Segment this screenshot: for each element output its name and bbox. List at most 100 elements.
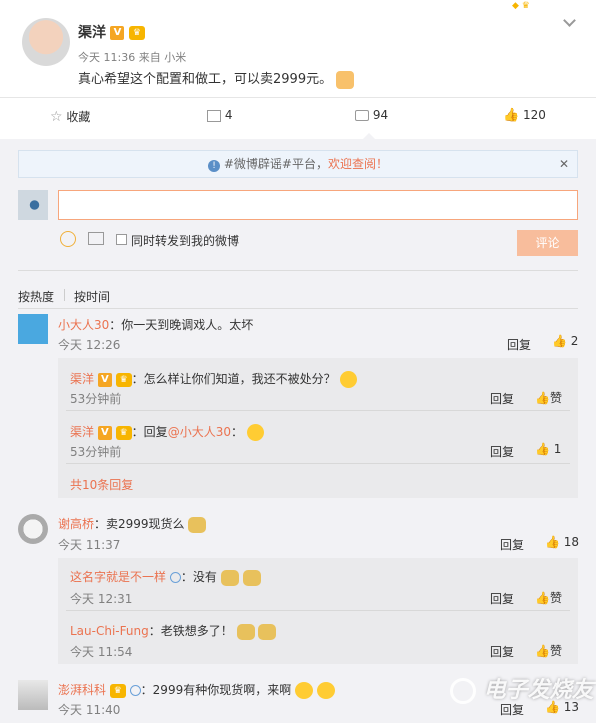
reply-text: ：老铁想多了！ — [148, 624, 233, 638]
verified-badge-icon: V — [97, 425, 112, 440]
comment-text: ：2999有种你现货啊，来啊 — [140, 683, 292, 697]
reply-like-button[interactable]: 👍赞 — [535, 589, 562, 606]
comment-author[interactable]: 小大人30 — [58, 318, 109, 332]
crown-decoration-icon: ◆ ♛ — [512, 1, 530, 11]
repost-count: 4 — [224, 108, 233, 122]
reply-reply-button[interactable]: 回复 — [490, 590, 514, 607]
verified-badge-icon: V — [97, 372, 112, 387]
reply-author[interactable]: 渠洋 — [70, 372, 94, 386]
comment-time: 今天 11:40 — [58, 703, 121, 717]
comment-text-row: 澎湃科科 ♛ ：2999有种你现货啊，来啊 — [58, 681, 335, 699]
site-watermark: 电子发烧友 — [450, 672, 594, 712]
comment-time: 今天 11:37 — [58, 538, 121, 552]
reply-author[interactable]: Lau-Chi-Fung — [70, 624, 149, 638]
more-replies-link[interactable]: 共10条回复 — [70, 476, 133, 493]
comment-avatar[interactable] — [18, 680, 48, 710]
post-author[interactable]: 渠洋 — [78, 25, 106, 41]
comment-reply-button[interactable]: 回复 — [507, 336, 531, 353]
thumbs-up-icon: 👍 — [552, 334, 567, 348]
favorite-button[interactable]: ☆ 收藏 — [50, 108, 90, 125]
reply-time: 今天 12:31 — [70, 592, 133, 606]
vip-crown-icon: ♛ — [115, 425, 132, 440]
thumbs-up-icon: 👍 — [535, 442, 550, 456]
comment-text-row: 小大人30：你一天到晚调戏人。太坏 — [58, 316, 253, 333]
vip-crown-icon: ♛ — [115, 372, 132, 387]
thumbs-up-icon: 👍 — [545, 535, 560, 549]
vip-crown-icon: ♛ — [128, 26, 145, 40]
reply-like-button[interactable]: 👍赞 — [535, 642, 562, 659]
comment-input[interactable] — [58, 190, 578, 220]
reply-like-label: 赞 — [549, 591, 562, 605]
post-avatar[interactable] — [22, 18, 70, 66]
reply-text: ：没有 — [180, 570, 217, 584]
comment-avatar[interactable] — [18, 514, 48, 544]
comment-author[interactable]: 澎湃科科 — [58, 683, 106, 697]
hug-emoji-icon — [295, 682, 314, 699]
reply-text: ： — [230, 425, 243, 439]
reply-reply-button[interactable]: 回复 — [490, 443, 514, 460]
thumbs-up-icon: 👍 — [503, 108, 520, 123]
notice-bar: ! #微博辟谣#平台，欢迎查阅！ ✕ — [18, 150, 578, 178]
doge-emoji-icon — [236, 623, 255, 640]
like-button[interactable]: 👍 120 — [503, 108, 546, 123]
reply-time: 53分钟前 — [70, 392, 122, 406]
repost-button[interactable]: 4 — [207, 108, 232, 122]
post-text: 真心希望这个配置和做工，可以卖2999元。 — [78, 72, 333, 87]
comment-avatar[interactable] — [18, 314, 48, 344]
notice-link[interactable]: 欢迎查阅！ — [328, 157, 388, 171]
repost-checkbox-label[interactable]: 同时转发到我的微博 — [131, 232, 239, 249]
reply-text-row: 这名字就是不一样 ：没有 — [70, 568, 261, 586]
reply-time: 53分钟前 — [70, 445, 122, 459]
image-upload-icon[interactable] — [88, 232, 104, 245]
comment-like-button[interactable]: 👍 18 — [545, 535, 579, 549]
repost-icon — [207, 109, 221, 122]
comment-text: ：你一天到晚调戏人。太坏 — [109, 318, 254, 332]
comment-author[interactable]: 谢高桥 — [58, 517, 94, 531]
reply-time: 今天 11:54 — [70, 645, 133, 659]
collapse-chevron-icon[interactable] — [563, 14, 576, 27]
reply-mention[interactable]: @小大人30 — [168, 425, 231, 439]
reply-like-button[interactable]: 👍赞 — [535, 389, 562, 406]
watermark-text: 电子发烧友 — [483, 678, 594, 703]
submit-comment-button[interactable]: 评论 — [517, 230, 578, 256]
reply-author[interactable]: 这名字就是不一样 — [70, 570, 166, 584]
thumbs-up-icon: 👍 — [535, 591, 550, 605]
verified-badge-icon: V — [110, 26, 125, 40]
watermark-logo-icon — [450, 678, 476, 704]
emoji-picker-icon[interactable] — [60, 231, 76, 247]
comment-like-count: 18 — [563, 535, 580, 549]
reply-text-row: 渠洋 V ♛ ：怎么样让你们知道，我还不被处分？ — [70, 370, 357, 388]
comment-time: 今天 12:26 — [58, 338, 121, 352]
sort-by-hot[interactable]: 按热度 — [18, 288, 54, 305]
post-author-row: 渠洋 V ♛ — [78, 22, 145, 42]
worried-emoji-icon — [246, 424, 264, 441]
comment-text-row: 谢高桥：卖2999现货么 — [58, 515, 207, 533]
hug-emoji-icon — [316, 682, 335, 699]
reply-like-label: 赞 — [549, 391, 562, 405]
reply-like-label: 赞 — [549, 644, 562, 658]
notice-text: #微博辟谣#平台， — [223, 157, 328, 171]
comment-reply-button[interactable]: 回复 — [500, 536, 524, 553]
post-text-row: 真心希望这个配置和做工，可以卖2999元。 — [78, 68, 355, 89]
repost-checkbox[interactable] — [116, 234, 127, 245]
favorite-label: 收藏 — [66, 110, 91, 124]
notice-close-icon[interactable]: ✕ — [559, 151, 569, 177]
comment-like-button[interactable]: 👍 2 — [552, 334, 578, 348]
composer-avatar[interactable] — [18, 190, 48, 220]
reply-reply-button[interactable]: 回复 — [490, 643, 514, 660]
reply-reply-button[interactable]: 回复 — [490, 390, 514, 407]
comment-icon — [355, 110, 369, 121]
reply-like-button[interactable]: 👍 1 — [535, 442, 561, 456]
sort-by-time[interactable]: 按时间 — [74, 288, 110, 305]
doge-emoji-icon — [242, 569, 261, 586]
comment-count: 94 — [372, 108, 389, 122]
post-time[interactable]: 今天 11:36 来自 小米 — [78, 49, 186, 65]
reply-author[interactable]: 渠洋 — [70, 425, 94, 439]
comment-button[interactable]: 94 — [355, 108, 388, 122]
comment-like-count: 2 — [570, 334, 579, 348]
thumbs-up-emoji-icon — [336, 70, 355, 89]
sort-separator — [64, 289, 65, 301]
doge-emoji-icon — [258, 623, 277, 640]
comment-text: ：卖2999现货么 — [94, 517, 185, 531]
crying-emoji-icon — [339, 371, 357, 388]
